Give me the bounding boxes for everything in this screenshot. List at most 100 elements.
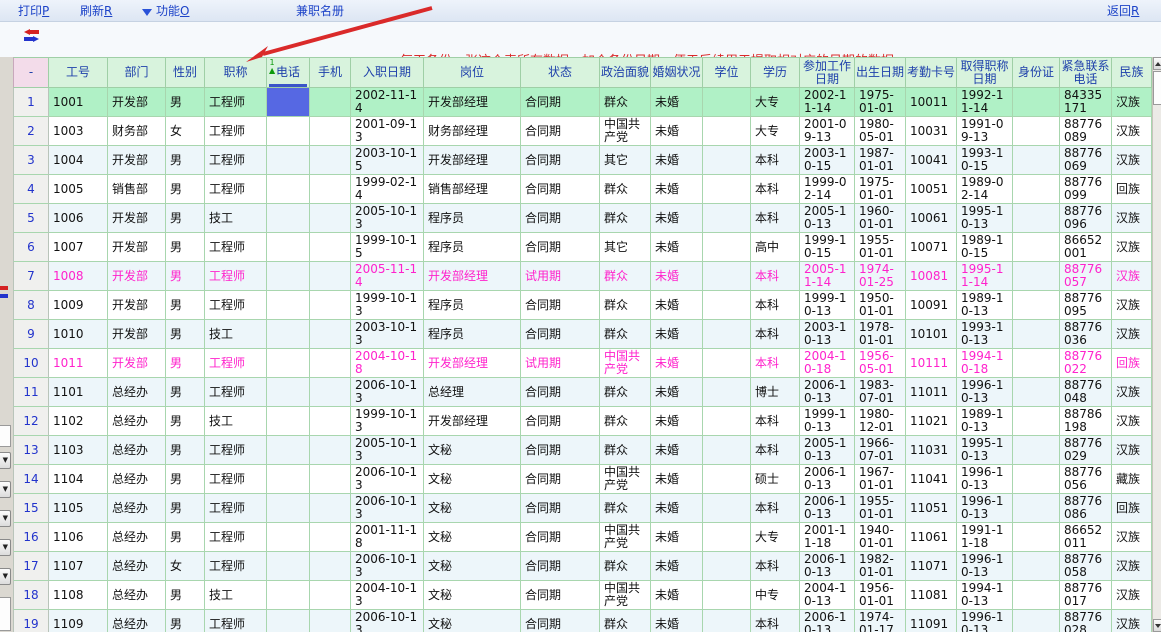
- cell[interactable]: 合同期: [521, 291, 600, 320]
- column-header-11[interactable]: 婚姻状况: [651, 57, 703, 88]
- cell[interactable]: [1013, 465, 1060, 494]
- cell[interactable]: 88776029: [1060, 436, 1112, 465]
- cell[interactable]: 1980-12-01: [855, 407, 906, 436]
- column-header-0[interactable]: -: [13, 57, 49, 88]
- cell[interactable]: 1967-01-01: [855, 465, 906, 494]
- cell[interactable]: 汉族: [1112, 320, 1152, 349]
- cell[interactable]: [310, 436, 351, 465]
- cell[interactable]: [703, 581, 751, 610]
- cell[interactable]: [1013, 233, 1060, 262]
- cell[interactable]: 程序员: [424, 320, 521, 349]
- cell[interactable]: 1996-10-13: [957, 465, 1013, 494]
- cell[interactable]: 中国共产党: [600, 523, 651, 552]
- cell[interactable]: [703, 407, 751, 436]
- cell[interactable]: 群众: [600, 88, 651, 117]
- cell[interactable]: 开发部: [108, 88, 166, 117]
- cell[interactable]: 合同期: [521, 204, 600, 233]
- scrollbar-thumb[interactable]: [1153, 71, 1161, 105]
- cell[interactable]: 11011: [906, 378, 957, 407]
- cell[interactable]: 汉族: [1112, 436, 1152, 465]
- cell[interactable]: 合同期: [521, 146, 600, 175]
- cell[interactable]: 未婚: [651, 494, 703, 523]
- cell[interactable]: 中国共产党: [600, 465, 651, 494]
- cell[interactable]: 2006-10-13: [351, 552, 424, 581]
- cell[interactable]: [310, 581, 351, 610]
- cell[interactable]: 中专: [751, 581, 800, 610]
- column-header-10[interactable]: 政治面貌: [600, 57, 651, 88]
- cell[interactable]: 2005-10-13: [800, 436, 855, 465]
- cell[interactable]: 1974-01-17: [855, 610, 906, 632]
- column-header-17[interactable]: 取得职称日期: [957, 57, 1013, 88]
- cell[interactable]: 试用期: [521, 262, 600, 291]
- cell[interactable]: 88776057: [1060, 262, 1112, 291]
- cell[interactable]: 开发部: [108, 146, 166, 175]
- cell[interactable]: 2006-10-13: [351, 494, 424, 523]
- cell[interactable]: 男: [166, 523, 205, 552]
- cell[interactable]: 88776086: [1060, 494, 1112, 523]
- cell[interactable]: 群众: [600, 320, 651, 349]
- cell[interactable]: 群众: [600, 552, 651, 581]
- cell[interactable]: [703, 610, 751, 632]
- cell[interactable]: 11091: [906, 610, 957, 632]
- column-header-3[interactable]: 性别: [166, 57, 205, 88]
- column-header-12[interactable]: 学位: [703, 57, 751, 88]
- cell[interactable]: 群众: [600, 291, 651, 320]
- cell[interactable]: 总经办: [108, 494, 166, 523]
- cell[interactable]: 男: [166, 581, 205, 610]
- cell[interactable]: [703, 320, 751, 349]
- cell[interactable]: 1989-10-13: [957, 407, 1013, 436]
- cell[interactable]: 1975-01-01: [855, 88, 906, 117]
- cell[interactable]: 1994-10-13: [957, 581, 1013, 610]
- cell[interactable]: 1989-02-14: [957, 175, 1013, 204]
- cell[interactable]: 回族: [1112, 494, 1152, 523]
- cell[interactable]: 1955-01-01: [855, 494, 906, 523]
- cell[interactable]: 男: [166, 146, 205, 175]
- column-header-8[interactable]: 岗位: [424, 57, 521, 88]
- cell[interactable]: 合同期: [521, 233, 600, 262]
- cell[interactable]: 未婚: [651, 349, 703, 378]
- cell[interactable]: 群众: [600, 407, 651, 436]
- cell[interactable]: 10041: [906, 146, 957, 175]
- cell[interactable]: 1999-10-15: [351, 233, 424, 262]
- cell[interactable]: [267, 291, 310, 320]
- cell[interactable]: [1013, 175, 1060, 204]
- cell[interactable]: 11051: [906, 494, 957, 523]
- cell[interactable]: [310, 465, 351, 494]
- cell[interactable]: 1102: [49, 407, 108, 436]
- cell[interactable]: 2006-10-13: [800, 378, 855, 407]
- cell[interactable]: [310, 204, 351, 233]
- cell[interactable]: [310, 494, 351, 523]
- cell[interactable]: [1013, 88, 1060, 117]
- cell[interactable]: 2004-10-13: [351, 581, 424, 610]
- cell[interactable]: 1982-01-01: [855, 552, 906, 581]
- cell[interactable]: 未婚: [651, 465, 703, 494]
- cell[interactable]: 2004-10-13: [800, 581, 855, 610]
- cell[interactable]: 中国共产党: [600, 581, 651, 610]
- cell[interactable]: 文秘: [424, 552, 521, 581]
- cell[interactable]: 群众: [600, 175, 651, 204]
- cell[interactable]: [1013, 349, 1060, 378]
- cell[interactable]: 开发部经理: [424, 407, 521, 436]
- cell[interactable]: [310, 88, 351, 117]
- cell[interactable]: 1989-10-13: [957, 291, 1013, 320]
- cell[interactable]: 88776096: [1060, 204, 1112, 233]
- cell[interactable]: 2004-10-18: [800, 349, 855, 378]
- cell[interactable]: 工程师: [205, 175, 267, 204]
- cell[interactable]: 未婚: [651, 233, 703, 262]
- column-header-7[interactable]: 入职日期: [351, 57, 424, 88]
- cell[interactable]: 工程师: [205, 436, 267, 465]
- cell[interactable]: 开发部经理: [424, 262, 521, 291]
- cell[interactable]: 10051: [906, 175, 957, 204]
- menu-print[interactable]: 打印P: [14, 3, 53, 20]
- cell[interactable]: 本科: [751, 146, 800, 175]
- cell[interactable]: 1010: [49, 320, 108, 349]
- column-header-20[interactable]: 民族: [1112, 57, 1152, 88]
- cell[interactable]: [703, 204, 751, 233]
- cell[interactable]: [310, 407, 351, 436]
- cell[interactable]: 1999-10-13: [351, 407, 424, 436]
- cell[interactable]: [1013, 146, 1060, 175]
- cell[interactable]: 11031: [906, 436, 957, 465]
- cell[interactable]: 10081: [906, 262, 957, 291]
- cell[interactable]: 开发部: [108, 349, 166, 378]
- cell[interactable]: 11061: [906, 523, 957, 552]
